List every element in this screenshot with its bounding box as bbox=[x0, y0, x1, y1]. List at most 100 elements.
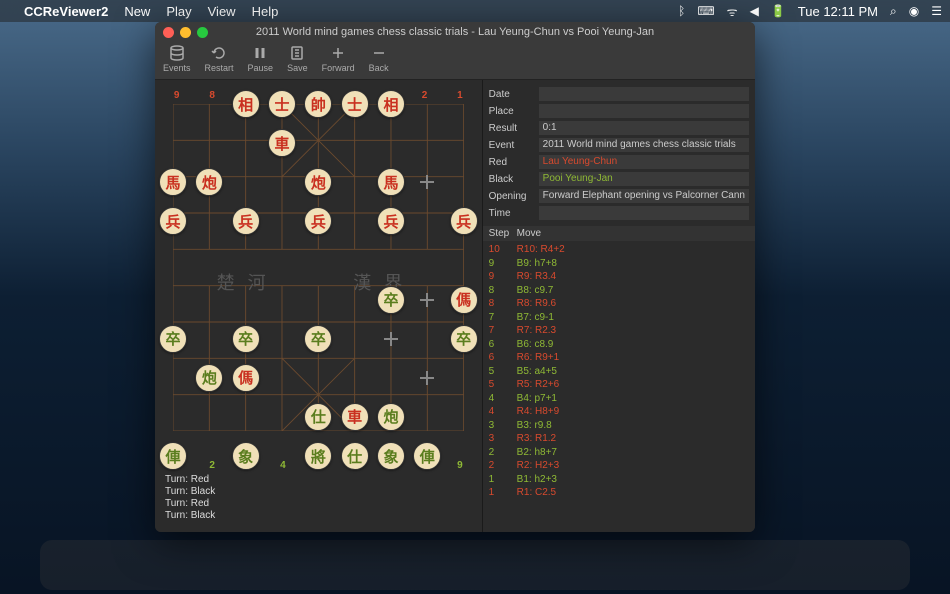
move-row[interactable]: 4R4: H8+9 bbox=[489, 405, 749, 419]
piece-black[interactable]: 仕 bbox=[341, 442, 369, 470]
forward-button[interactable]: Forward bbox=[322, 44, 355, 77]
minimize-button[interactable] bbox=[180, 27, 191, 38]
move-step: 8 bbox=[489, 284, 517, 298]
piece-black[interactable]: 俥 bbox=[159, 442, 187, 470]
piece-black[interactable]: 仕 bbox=[304, 403, 332, 431]
piece-black[interactable]: 卒 bbox=[159, 325, 187, 353]
piece-red[interactable]: 兵 bbox=[377, 207, 405, 235]
move-step: 4 bbox=[489, 405, 517, 419]
piece-black[interactable]: 將 bbox=[304, 442, 332, 470]
move-row[interactable]: 7R7: R2.3 bbox=[489, 324, 749, 338]
moves-list[interactable]: 10R10: R4+29B9: h7+89R9: R3.48B8: c9.78R… bbox=[483, 241, 755, 532]
move-step: 8 bbox=[489, 297, 517, 311]
menubar-item-play[interactable]: Play bbox=[166, 4, 191, 19]
piece-red[interactable]: 兵 bbox=[450, 207, 478, 235]
move-text: R7: R2.3 bbox=[517, 324, 556, 338]
zoom-button[interactable] bbox=[197, 27, 208, 38]
events-button[interactable]: Events bbox=[163, 44, 191, 77]
piece-red[interactable]: 車 bbox=[268, 129, 296, 157]
info-value-opening[interactable]: Forward Elephant opening vs Palcorner Ca… bbox=[539, 189, 749, 203]
move-row[interactable]: 6B6: c8.9 bbox=[489, 338, 749, 352]
piece-black[interactable]: 卒 bbox=[304, 325, 332, 353]
piece-red[interactable]: 兵 bbox=[304, 207, 332, 235]
info-value-place[interactable] bbox=[539, 104, 749, 118]
move-row[interactable]: 10R10: R4+2 bbox=[489, 243, 749, 257]
piece-red[interactable]: 傌 bbox=[232, 364, 260, 392]
info-value-red[interactable]: Lau Yeung-Chun bbox=[539, 155, 749, 169]
restart-button[interactable]: Restart bbox=[205, 44, 234, 77]
piece-black[interactable]: 卒 bbox=[232, 325, 260, 353]
close-button[interactable] bbox=[163, 27, 174, 38]
piece-red[interactable]: 馬 bbox=[159, 168, 187, 196]
piece-red[interactable]: 車 bbox=[341, 403, 369, 431]
control-center-icon[interactable]: ☰ bbox=[931, 4, 942, 18]
move-row[interactable]: 1B1: h2+3 bbox=[489, 473, 749, 487]
info-value-date[interactable] bbox=[539, 87, 749, 101]
piece-black[interactable]: 炮 bbox=[377, 403, 405, 431]
move-row[interactable]: 9R9: R3.4 bbox=[489, 270, 749, 284]
menubar-clock[interactable]: Tue 12:11 PM bbox=[798, 4, 878, 19]
piece-black[interactable]: 象 bbox=[232, 442, 260, 470]
menubar-item-help[interactable]: Help bbox=[252, 4, 279, 19]
info-value-time[interactable] bbox=[539, 206, 749, 220]
menubar-item-view[interactable]: View bbox=[208, 4, 236, 19]
piece-red[interactable]: 相 bbox=[377, 90, 405, 118]
info-label-date: Date bbox=[489, 89, 539, 100]
piece-black[interactable]: 卒 bbox=[450, 325, 478, 353]
xiangqi-board[interactable]: 楚 河 漢 界 相士帥士相車馬炮炮馬兵兵兵兵兵卒傌卒卒卒卒炮傌仕車炮俥象將仕象俥 bbox=[173, 104, 464, 456]
info-value-event[interactable]: 2011 World mind games chess classic tria… bbox=[539, 138, 749, 152]
spotlight-icon[interactable]: ⌕ bbox=[890, 4, 897, 19]
piece-red[interactable]: 傌 bbox=[450, 286, 478, 314]
wifi-icon[interactable]: ᯤ bbox=[727, 3, 738, 20]
move-row[interactable]: 2R2: H2+3 bbox=[489, 459, 749, 473]
piece-red[interactable]: 兵 bbox=[159, 207, 187, 235]
move-row[interactable]: 7B7: c9-1 bbox=[489, 311, 749, 325]
piece-red[interactable]: 帥 bbox=[304, 90, 332, 118]
move-step: 7 bbox=[489, 311, 517, 325]
titlebar[interactable]: 2011 World mind games chess classic tria… bbox=[155, 22, 755, 42]
piece-red[interactable]: 炮 bbox=[304, 168, 332, 196]
siri-icon[interactable]: ◉ bbox=[909, 4, 919, 18]
piece-red[interactable]: 相 bbox=[232, 90, 260, 118]
volume-icon[interactable]: ◀ bbox=[750, 4, 759, 18]
move-marker bbox=[384, 332, 398, 346]
move-text: R9: R3.4 bbox=[517, 270, 556, 284]
piece-red[interactable]: 炮 bbox=[195, 168, 223, 196]
move-row[interactable]: 9B9: h7+8 bbox=[489, 257, 749, 271]
move-row[interactable]: 3R3: R1.2 bbox=[489, 432, 749, 446]
piece-red[interactable]: 士 bbox=[268, 90, 296, 118]
move-row[interactable]: 1R1: C2.5 bbox=[489, 486, 749, 500]
move-row[interactable]: 5B5: a4+5 bbox=[489, 365, 749, 379]
menubar-app-name[interactable]: CCReViewer2 bbox=[24, 4, 108, 19]
move-text: B9: h7+8 bbox=[517, 257, 557, 271]
move-row[interactable]: 6R6: R9+1 bbox=[489, 351, 749, 365]
turn-line: Turn: Black bbox=[165, 486, 472, 498]
info-value-result[interactable]: 0:1 bbox=[539, 121, 749, 135]
game-info-table: Date Place Result0:1 Event2011 World min… bbox=[483, 80, 755, 226]
move-row[interactable]: 8R8: R9.6 bbox=[489, 297, 749, 311]
back-button[interactable]: Back bbox=[369, 44, 389, 77]
piece-black[interactable]: 炮 bbox=[195, 364, 223, 392]
piece-red[interactable]: 士 bbox=[341, 90, 369, 118]
bluetooth-icon[interactable]: ᛒ bbox=[678, 4, 685, 18]
save-button[interactable]: Save bbox=[287, 44, 308, 77]
app-window: 2011 World mind games chess classic tria… bbox=[155, 22, 755, 532]
piece-red[interactable]: 馬 bbox=[377, 168, 405, 196]
move-row[interactable]: 2B2: h8+7 bbox=[489, 446, 749, 460]
move-row[interactable]: 5R5: R2+6 bbox=[489, 378, 749, 392]
piece-black[interactable]: 俥 bbox=[413, 442, 441, 470]
piece-black[interactable]: 卒 bbox=[377, 286, 405, 314]
keyboard-icon[interactable]: ⌨ bbox=[697, 4, 714, 18]
info-value-black[interactable]: Pooi Yeung-Jan bbox=[539, 172, 749, 186]
move-marker bbox=[420, 175, 434, 189]
move-row[interactable]: 8B8: c9.7 bbox=[489, 284, 749, 298]
move-row[interactable]: 3B3: r9.8 bbox=[489, 419, 749, 433]
piece-red[interactable]: 兵 bbox=[232, 207, 260, 235]
pause-label: Pause bbox=[248, 63, 274, 73]
battery-icon[interactable]: 🔋 bbox=[771, 4, 786, 18]
move-marker bbox=[420, 293, 434, 307]
menubar-item-new[interactable]: New bbox=[124, 4, 150, 19]
pause-button[interactable]: Pause bbox=[248, 44, 274, 77]
piece-black[interactable]: 象 bbox=[377, 442, 405, 470]
move-row[interactable]: 4B4: p7+1 bbox=[489, 392, 749, 406]
